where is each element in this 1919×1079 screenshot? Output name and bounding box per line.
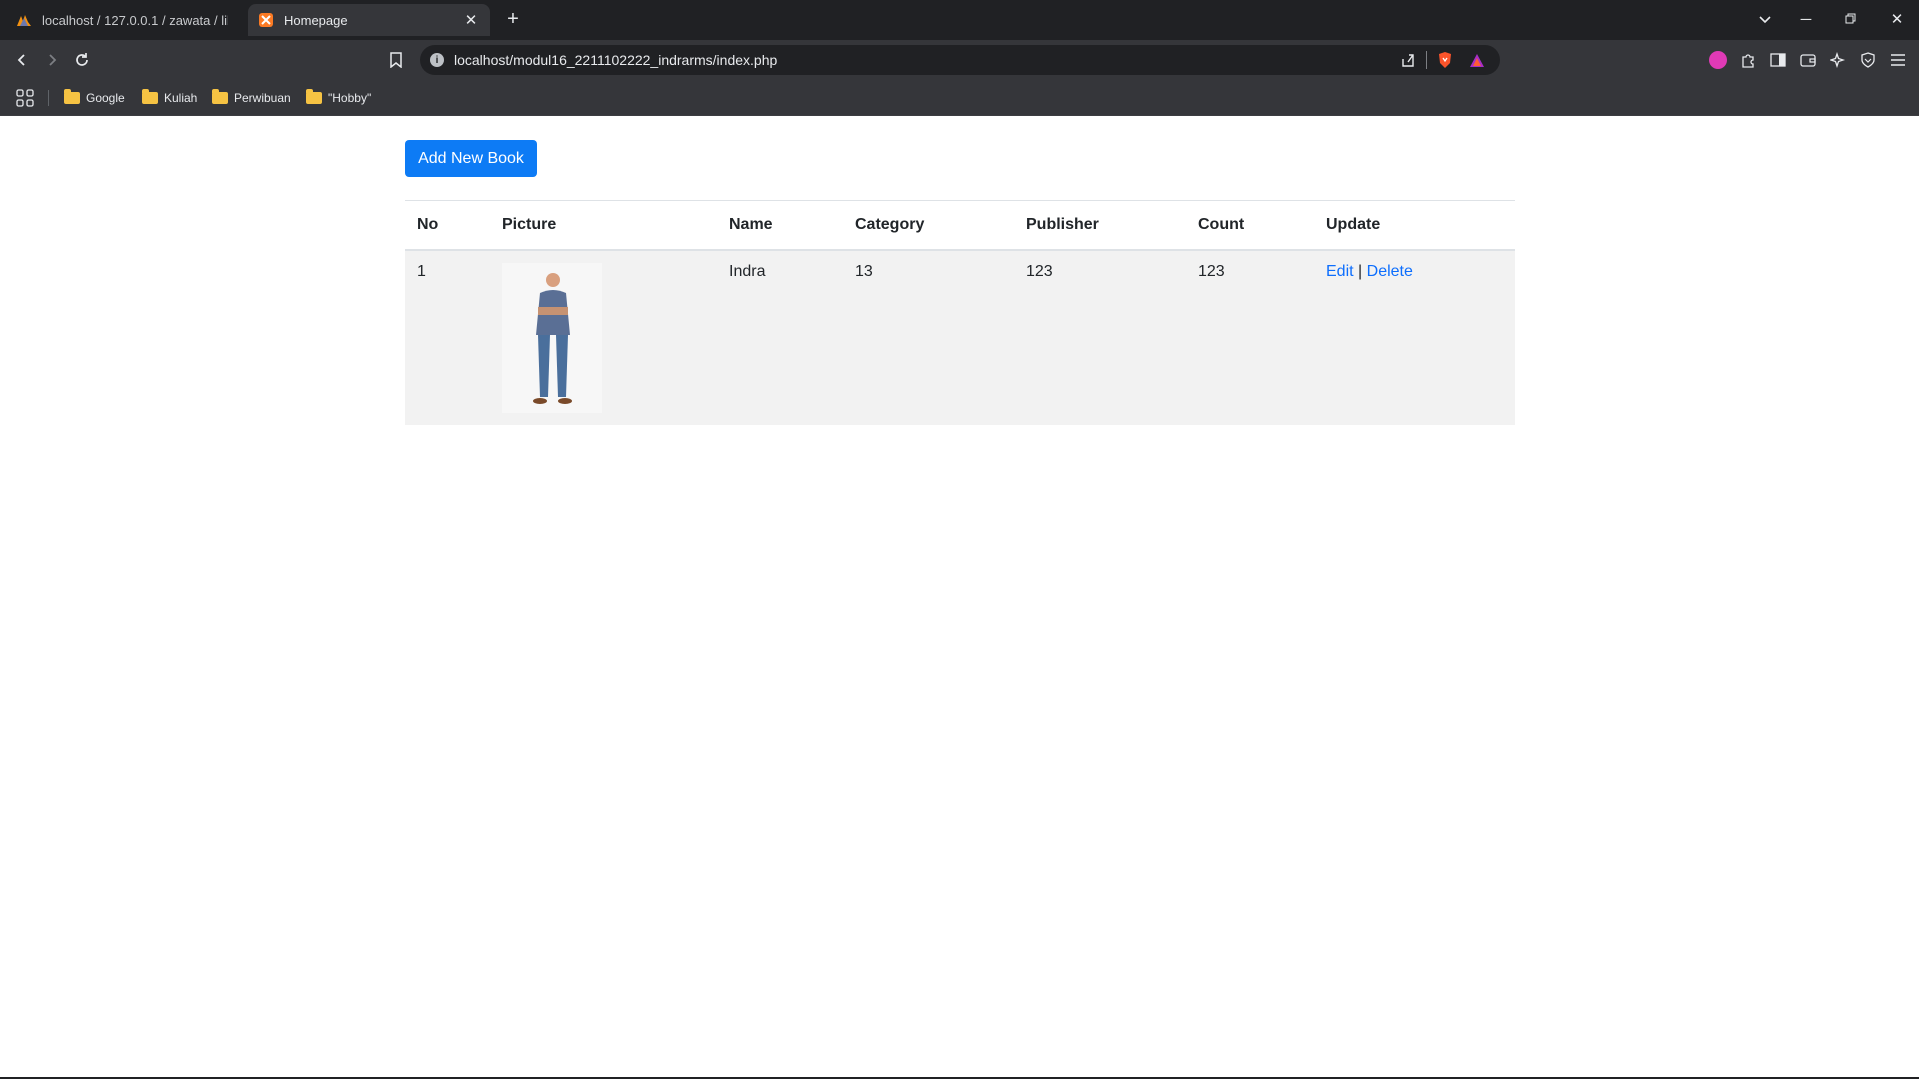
bookmark-icon[interactable] [382,46,410,74]
tab-strip: localhost / 127.0.0.1 / zawata / library… [0,0,1919,40]
close-window-icon[interactable]: ✕ [1882,8,1912,32]
minimize-icon[interactable]: ─ [1791,8,1821,32]
leo-ai-icon[interactable] [1826,48,1850,72]
add-new-book-button[interactable]: Add New Book [405,140,537,177]
cell-name: Indra [717,250,843,425]
back-icon[interactable] [8,46,36,74]
tab-phpmyadmin[interactable]: localhost / 127.0.0.1 / zawata / library [6,4,238,36]
url-host: localhost [454,52,510,68]
header-publisher: Publisher [1014,200,1186,251]
tab-title: Homepage [284,12,348,28]
header-name: Name [717,200,843,251]
tab-search-icon[interactable] [1750,8,1780,32]
delete-link[interactable]: Delete [1367,263,1413,280]
bookmark-perwibuan[interactable]: Perwibuan [212,87,291,109]
folder-icon [142,89,158,104]
toolbar: i localhost/modul16_2211102222_indrarms/… [0,40,1919,80]
header-picture: Picture [490,200,717,251]
brave-shields-icon[interactable] [1437,51,1453,69]
bookmark-hobby[interactable]: "Hobby" [306,87,371,109]
bookmark-label: Google [86,91,125,105]
share-icon[interactable] [1400,52,1416,68]
vpn-icon[interactable] [1856,48,1880,72]
sidebar-icon[interactable] [1766,48,1790,72]
cell-no: 1 [405,250,490,425]
books-table: No Picture Name Category Publisher Count… [405,200,1515,425]
close-tab-icon[interactable]: ✕ [462,11,480,29]
tab-homepage[interactable]: Homepage ✕ [248,4,490,36]
reload-icon[interactable] [68,46,96,74]
menu-icon[interactable] [1886,48,1910,72]
wallet-icon[interactable] [1796,48,1820,72]
bookmark-label: Kuliah [164,91,198,105]
restore-icon[interactable] [1835,8,1865,32]
bookmark-kuliah[interactable]: Kuliah [142,87,197,109]
divider [48,90,49,106]
cell-publisher: 123 [1014,250,1186,425]
xampp-icon [258,12,274,28]
url-text[interactable]: localhost/modul16_2211102222_indrarms/in… [454,52,777,68]
cell-picture [490,250,717,425]
edit-link[interactable]: Edit [1326,263,1354,280]
phpmyadmin-icon [16,12,32,28]
bookmarks-bar: Google Kuliah Perwibuan "Hobby" [0,80,1919,116]
cell-count: 123 [1186,250,1314,425]
book-picture [502,263,602,413]
cell-update: Edit | Delete [1314,250,1515,425]
bookmark-label: Perwibuan [234,91,291,105]
extensions-icon[interactable] [1736,48,1760,72]
divider [1426,51,1427,69]
site-info-icon[interactable]: i [430,53,444,67]
header-category: Category [843,200,1014,251]
cell-category: 13 [843,250,1014,425]
bookmark-google[interactable]: Google [64,87,125,109]
header-update: Update [1314,200,1515,251]
tab-title: localhost / 127.0.0.1 / zawata / library [42,12,228,28]
table-row: 1 Indra 13 123 123 Edit | Delete [405,250,1515,425]
brave-rewards-icon[interactable] [1469,53,1485,68]
new-tab-icon[interactable]: + [500,6,526,32]
bookmark-label: "Hobby" [328,91,372,105]
separator: | [1358,263,1363,280]
folder-icon [306,89,322,104]
wallet-extension-icon[interactable] [1706,48,1730,72]
url-path: /modul16_2211102222_indrarms/index.php [509,52,778,68]
folder-icon [64,89,80,104]
apps-icon[interactable] [16,87,34,109]
header-no: No [405,200,490,251]
header-count: Count [1186,200,1314,251]
folder-icon [212,89,228,104]
address-bar[interactable]: i localhost/modul16_2211102222_indrarms/… [420,45,1500,75]
forward-icon[interactable] [38,46,66,74]
table-header-row: No Picture Name Category Publisher Count… [405,200,1515,251]
